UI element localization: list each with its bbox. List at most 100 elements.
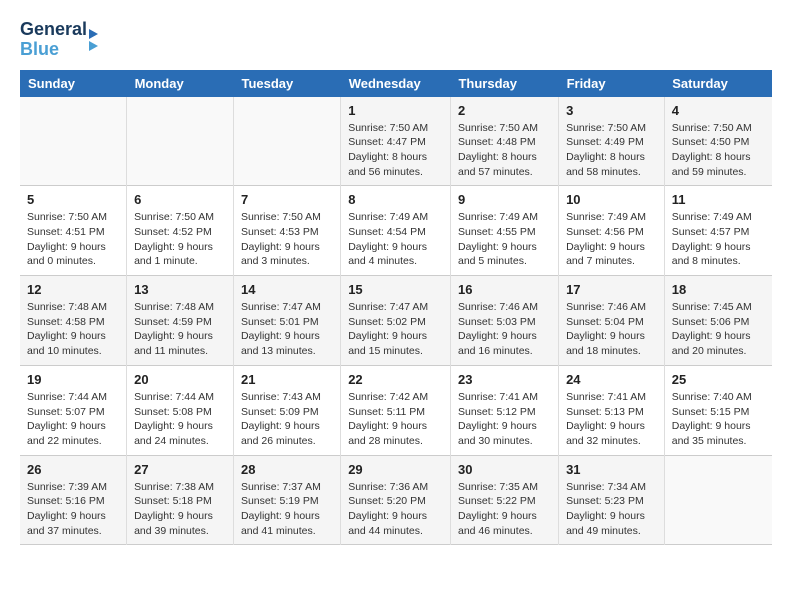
day-info: Sunrise: 7:50 AM Sunset: 4:50 PM Dayligh… [672, 121, 765, 180]
day-number: 12 [27, 282, 119, 297]
calendar-cell [20, 97, 127, 186]
calendar-cell: 26Sunrise: 7:39 AM Sunset: 5:16 PM Dayli… [20, 455, 127, 545]
calendar-cell: 7 Sunrise: 7:50 AM Sunset: 4:53 PM Daylig… [233, 186, 340, 276]
calendar-cell: 14 Sunrise: 7:47 AM Sunset: 5:01 PM Dayli… [233, 276, 340, 366]
day-number: 2 [458, 103, 551, 118]
day-info: Sunrise: 7:36 AM Sunset: 5:20 PM Dayligh… [348, 480, 443, 539]
day-info: Sunrise: 7:44 AM Sunset: 5:08 PM Dayligh… [134, 390, 226, 449]
calendar-cell: 11 Sunrise: 7:49 AM Sunset: 4:57 PM Dayli… [664, 186, 772, 276]
day-number: 14 [241, 282, 333, 297]
day-info: Sunrise: 7:48 AM Sunset: 4:58 PM Dayligh… [27, 300, 119, 359]
calendar-cell: 6 Sunrise: 7:50 AM Sunset: 4:52 PM Daylig… [127, 186, 234, 276]
weekday-header-wednesday: Wednesday [341, 70, 451, 97]
day-info: Sunrise: 7:50 AM Sunset: 4:51 PM Dayligh… [27, 210, 119, 269]
day-number: 16 [458, 282, 551, 297]
calendar-cell [233, 97, 340, 186]
calendar-cell: 24 Sunrise: 7:41 AM Sunset: 5:13 PM Dayli… [559, 365, 665, 455]
day-info: Sunrise: 7:45 AM Sunset: 5:06 PM Dayligh… [672, 300, 765, 359]
day-info: Sunrise: 7:41 AM Sunset: 5:13 PM Dayligh… [566, 390, 657, 449]
day-number: 8 [348, 192, 443, 207]
day-info: Sunrise: 7:50 AM Sunset: 4:49 PM Dayligh… [566, 121, 657, 180]
day-number: 6 [134, 192, 226, 207]
calendar-cell: 13 Sunrise: 7:48 AM Sunset: 4:59 PM Dayli… [127, 276, 234, 366]
day-number: 3 [566, 103, 657, 118]
day-number: 18 [672, 282, 765, 297]
day-number: 4 [672, 103, 765, 118]
day-number: 15 [348, 282, 443, 297]
calendar-table: SundayMondayTuesdayWednesdayThursdayFrid… [20, 70, 772, 546]
calendar-cell: 8Sunrise: 7:49 AM Sunset: 4:54 PM Daylig… [341, 186, 451, 276]
day-number: 17 [566, 282, 657, 297]
calendar-cell: 19Sunrise: 7:44 AM Sunset: 5:07 PM Dayli… [20, 365, 127, 455]
calendar-cell: 4 Sunrise: 7:50 AM Sunset: 4:50 PM Daylig… [664, 97, 772, 186]
day-info: Sunrise: 7:42 AM Sunset: 5:11 PM Dayligh… [348, 390, 443, 449]
calendar-cell: 29 Sunrise: 7:36 AM Sunset: 5:20 PM Dayli… [341, 455, 451, 545]
calendar-cell: 22 Sunrise: 7:42 AM Sunset: 5:11 PM Dayli… [341, 365, 451, 455]
day-number: 24 [566, 372, 657, 387]
day-info: Sunrise: 7:38 AM Sunset: 5:18 PM Dayligh… [134, 480, 226, 539]
calendar-cell: 1 Sunrise: 7:50 AM Sunset: 4:47 PM Daylig… [341, 97, 451, 186]
calendar-cell: 30 Sunrise: 7:35 AM Sunset: 5:22 PM Dayli… [450, 455, 558, 545]
calendar-week-5: 26Sunrise: 7:39 AM Sunset: 5:16 PM Dayli… [20, 455, 772, 545]
day-info: Sunrise: 7:49 AM Sunset: 4:57 PM Dayligh… [672, 210, 765, 269]
day-number: 11 [672, 192, 765, 207]
day-number: 28 [241, 462, 333, 477]
day-number: 23 [458, 372, 551, 387]
weekday-header-thursday: Thursday [450, 70, 558, 97]
calendar-cell: 16 Sunrise: 7:46 AM Sunset: 5:03 PM Dayli… [450, 276, 558, 366]
calendar-week-3: 12 Sunrise: 7:48 AM Sunset: 4:58 PM Dayli… [20, 276, 772, 366]
day-number: 25 [672, 372, 765, 387]
day-info: Sunrise: 7:47 AM Sunset: 5:01 PM Dayligh… [241, 300, 333, 359]
calendar-week-1: 1 Sunrise: 7:50 AM Sunset: 4:47 PM Daylig… [20, 97, 772, 186]
day-info: Sunrise: 7:49 AM Sunset: 4:55 PM Dayligh… [458, 210, 551, 269]
weekday-header-saturday: Saturday [664, 70, 772, 97]
calendar-cell: 2 Sunrise: 7:50 AM Sunset: 4:48 PM Daylig… [450, 97, 558, 186]
calendar-cell: 5 Sunrise: 7:50 AM Sunset: 4:51 PM Daylig… [20, 186, 127, 276]
calendar-cell: 20 Sunrise: 7:44 AM Sunset: 5:08 PM Dayli… [127, 365, 234, 455]
day-info: Sunrise: 7:46 AM Sunset: 5:03 PM Dayligh… [458, 300, 551, 359]
calendar-cell: 23 Sunrise: 7:41 AM Sunset: 5:12 PM Dayli… [450, 365, 558, 455]
day-number: 20 [134, 372, 226, 387]
weekday-header-monday: Monday [127, 70, 234, 97]
calendar-cell: 18 Sunrise: 7:45 AM Sunset: 5:06 PM Dayli… [664, 276, 772, 366]
calendar-cell: 12 Sunrise: 7:48 AM Sunset: 4:58 PM Dayli… [20, 276, 127, 366]
day-info: Sunrise: 7:50 AM Sunset: 4:48 PM Dayligh… [458, 121, 551, 180]
weekday-header-tuesday: Tuesday [233, 70, 340, 97]
day-number: 9 [458, 192, 551, 207]
day-info: Sunrise: 7:48 AM Sunset: 4:59 PM Dayligh… [134, 300, 226, 359]
day-number: 7 [241, 192, 333, 207]
day-number: 10 [566, 192, 657, 207]
day-info: Sunrise: 7:50 AM Sunset: 4:47 PM Dayligh… [348, 121, 443, 180]
calendar-cell: 25 Sunrise: 7:40 AM Sunset: 5:15 PM Dayli… [664, 365, 772, 455]
day-number: 21 [241, 372, 333, 387]
day-info: Sunrise: 7:39 AM Sunset: 5:16 PM Dayligh… [27, 480, 119, 539]
day-info: Sunrise: 7:34 AM Sunset: 5:23 PM Dayligh… [566, 480, 657, 539]
weekday-header-friday: Friday [559, 70, 665, 97]
day-info: Sunrise: 7:47 AM Sunset: 5:02 PM Dayligh… [348, 300, 443, 359]
day-info: Sunrise: 7:49 AM Sunset: 4:56 PM Dayligh… [566, 210, 657, 269]
calendar-cell [127, 97, 234, 186]
day-number: 19 [27, 372, 119, 387]
day-info: Sunrise: 7:43 AM Sunset: 5:09 PM Dayligh… [241, 390, 333, 449]
calendar-cell: 27 Sunrise: 7:38 AM Sunset: 5:18 PM Dayli… [127, 455, 234, 545]
calendar-cell: 17 Sunrise: 7:46 AM Sunset: 5:04 PM Dayli… [559, 276, 665, 366]
calendar-cell: 15 Sunrise: 7:47 AM Sunset: 5:02 PM Dayli… [341, 276, 451, 366]
day-info: Sunrise: 7:35 AM Sunset: 5:22 PM Dayligh… [458, 480, 551, 539]
day-number: 31 [566, 462, 657, 477]
day-info: Sunrise: 7:40 AM Sunset: 5:15 PM Dayligh… [672, 390, 765, 449]
day-info: Sunrise: 7:50 AM Sunset: 4:52 PM Dayligh… [134, 210, 226, 269]
day-number: 13 [134, 282, 226, 297]
day-info: Sunrise: 7:50 AM Sunset: 4:53 PM Dayligh… [241, 210, 333, 269]
day-info: Sunrise: 7:41 AM Sunset: 5:12 PM Dayligh… [458, 390, 551, 449]
logo: GeneralBlue [20, 20, 98, 60]
day-number: 1 [348, 103, 443, 118]
day-number: 27 [134, 462, 226, 477]
day-number: 29 [348, 462, 443, 477]
day-number: 30 [458, 462, 551, 477]
day-number: 5 [27, 192, 119, 207]
day-number: 22 [348, 372, 443, 387]
day-info: Sunrise: 7:46 AM Sunset: 5:04 PM Dayligh… [566, 300, 657, 359]
weekday-header-sunday: Sunday [20, 70, 127, 97]
page-header: GeneralBlue [20, 20, 772, 60]
day-info: Sunrise: 7:37 AM Sunset: 5:19 PM Dayligh… [241, 480, 333, 539]
